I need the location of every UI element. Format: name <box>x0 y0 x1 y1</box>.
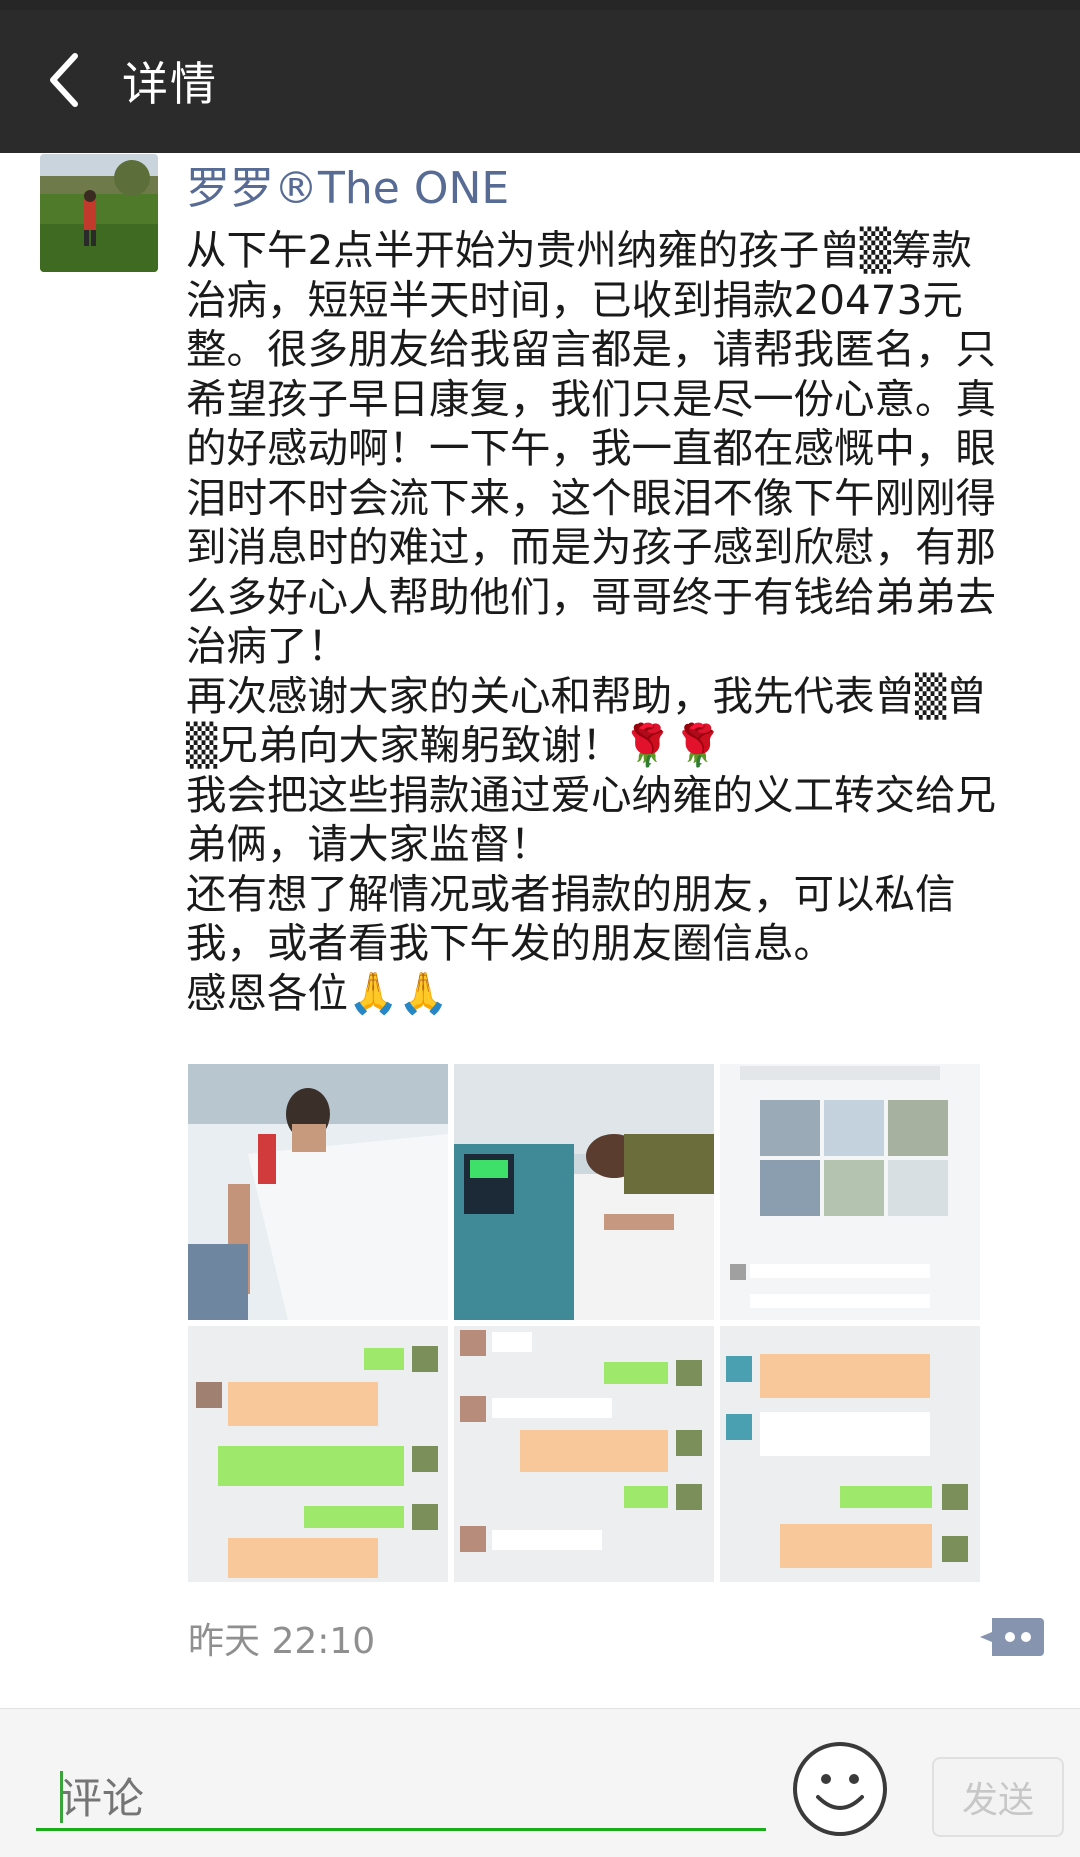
post-line: 的好感动啊！一下午，我一直都在感慨中，眼 <box>186 424 996 472</box>
send-button[interactable]: 发送 <box>932 1757 1064 1837</box>
photo-image <box>188 1064 448 1320</box>
post-line: 还有想了解情况或者捐款的朋友，可以私信 <box>186 869 956 918</box>
photo-image <box>720 1064 980 1320</box>
photo-image <box>720 1326 980 1582</box>
post-line: 治病了！ <box>186 622 348 670</box>
post-line: 我会把这些捐款通过爱心纳雍的义工转交给兄 <box>186 770 996 819</box>
photo-hospital-bed-2[interactable] <box>454 1064 714 1320</box>
post-line: 感恩各位🙏🙏 <box>186 968 449 1017</box>
post-line: 希望孩子早日康复，我们只是尽一份心意。真 <box>186 374 996 423</box>
emoji-button[interactable] <box>790 1739 890 1839</box>
title-bar: 详情 <box>0 0 1080 153</box>
comment-button[interactable] <box>978 1614 1046 1660</box>
post-line: 再次感谢大家的关心和帮助，我先代表曾▒曾 <box>186 671 987 720</box>
avatar[interactable] <box>40 154 158 272</box>
screenshot-chat-3[interactable] <box>720 1326 980 1582</box>
chevron-left-icon <box>50 53 78 107</box>
post-timestamp: 昨天 22:10 <box>188 1621 376 1662</box>
screenshot-chat-1[interactable] <box>188 1326 448 1582</box>
text-caret <box>60 1771 63 1823</box>
post-line: ▒兄弟向大家鞠躬致谢！🌹🌹 <box>186 721 723 769</box>
comment-input[interactable] <box>36 1769 766 1831</box>
comment-bubble-icon <box>980 1618 1044 1656</box>
comment-bar: 发送 <box>0 1708 1080 1857</box>
back-button[interactable] <box>30 40 100 120</box>
photo-image <box>454 1326 714 1582</box>
post-line: 泪时不时会流下来，这个眼泪不像下午刚刚得 <box>186 473 996 522</box>
post-line: 整。很多朋友给我留言都是，请帮我匿名，只 <box>186 325 996 373</box>
post-line: 到消息时的难过，而是为孩子感到欣慰，有那 <box>186 523 996 571</box>
post-line: 么多好心人帮助他们，哥哥终于有钱给弟弟去 <box>186 572 996 621</box>
screenshot-chat-2[interactable] <box>454 1326 714 1582</box>
photo-image <box>188 1326 448 1582</box>
status-bar <box>0 0 1080 10</box>
post-line: 我，或者看我下午发的朋友圈信息。 <box>186 919 834 967</box>
photo-image <box>454 1064 714 1320</box>
screenshot-chat-collage[interactable] <box>720 1064 980 1320</box>
post-text: 从下午2点半开始为贵州纳雍的孩子曾▒筹款 治病，短短半天时间，已收到捐款2047… <box>186 226 1036 1018</box>
page-title: 详情 <box>122 57 218 111</box>
avatar-image <box>40 154 158 272</box>
author-name[interactable]: 罗罗®The ONE <box>186 152 509 216</box>
smiley-face-icon <box>793 1742 887 1836</box>
post-line: 治病，短短半天时间，已收到捐款20473元 <box>186 275 963 324</box>
post-line: 弟俩，请大家监督！ <box>186 820 551 868</box>
post-line: 从下午2点半开始为贵州纳雍的孩子曾▒筹款 <box>186 226 972 274</box>
image-grid <box>188 1064 980 1582</box>
photo-hospital-bed-1[interactable] <box>188 1064 448 1320</box>
